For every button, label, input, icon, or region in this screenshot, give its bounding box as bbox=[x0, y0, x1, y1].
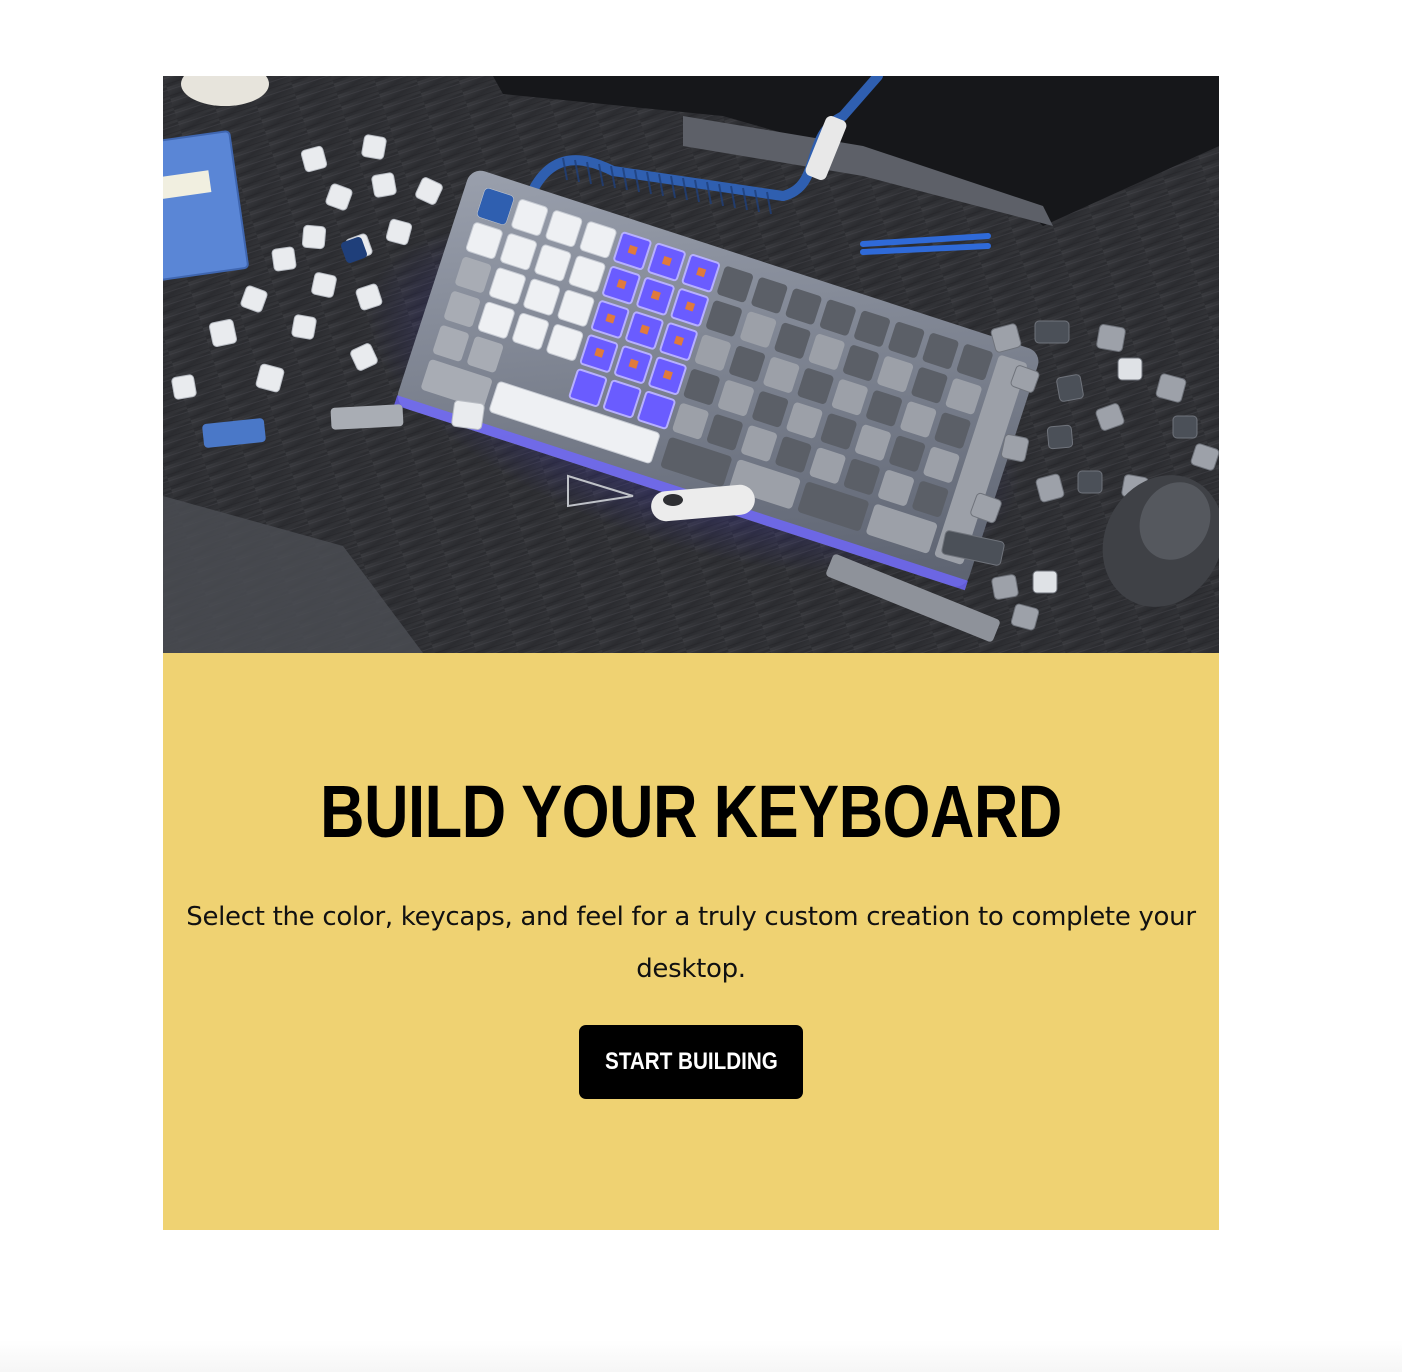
start-building-button[interactable]: START BUILDING bbox=[579, 1025, 803, 1099]
keycap-shift bbox=[330, 404, 404, 430]
keyboard-desk-photo bbox=[163, 76, 1219, 653]
promo-card: BUILD YOUR KEYBOARD Select the color, ke… bbox=[163, 76, 1219, 1230]
promo-panel: BUILD YOUR KEYBOARD Select the color, ke… bbox=[163, 653, 1219, 1230]
start-building-label: START BUILDING bbox=[604, 1048, 778, 1075]
page-bottom-edge bbox=[0, 1340, 1402, 1372]
promo-title: BUILD YOUR KEYBOARD bbox=[320, 770, 1062, 853]
promo-description: Select the color, keycaps, and feel for … bbox=[186, 902, 1196, 984]
